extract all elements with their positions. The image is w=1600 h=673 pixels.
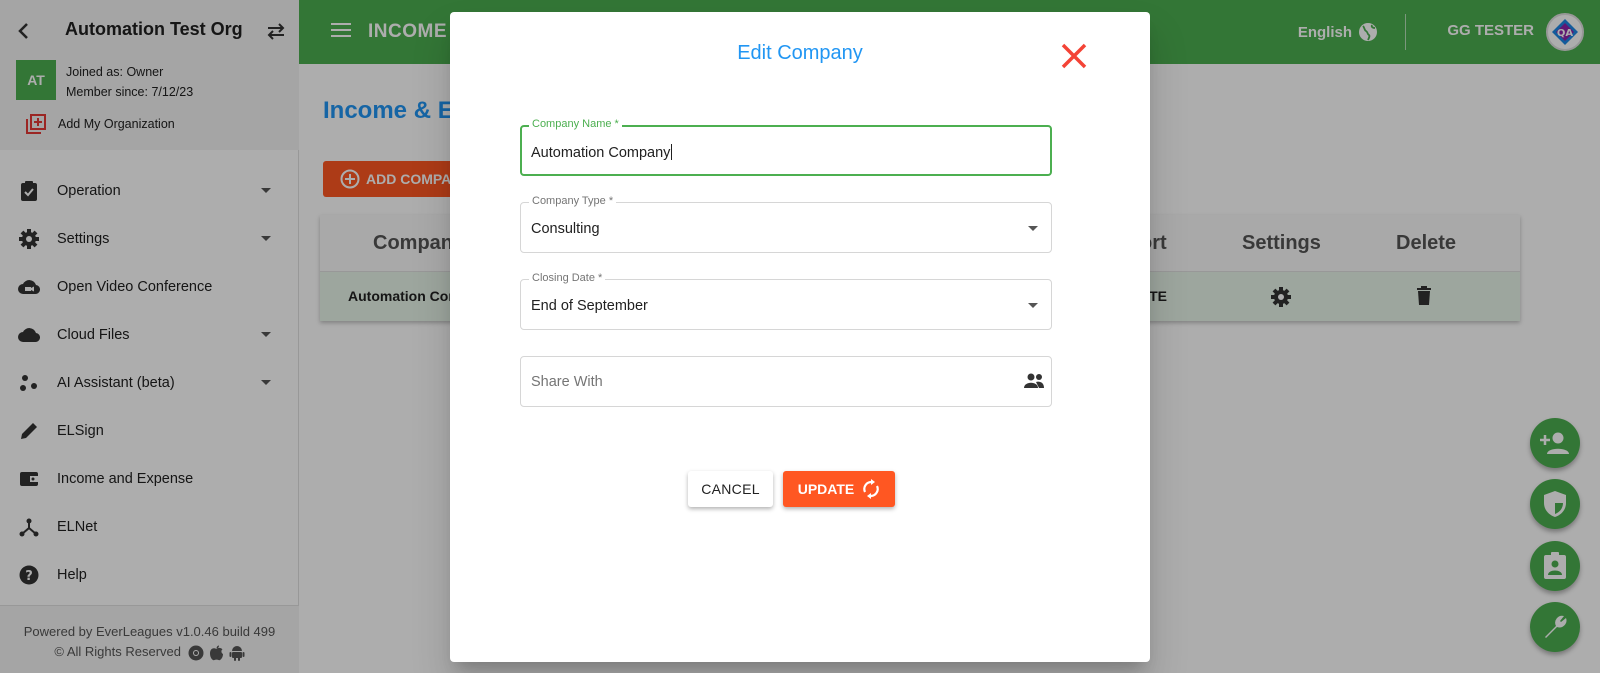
close-icon[interactable]: [1060, 42, 1088, 70]
update-label: UPDATE: [797, 481, 855, 497]
refresh-icon: [863, 479, 879, 499]
update-button[interactable]: UPDATE: [783, 471, 895, 507]
share-with-placeholder: Share With: [531, 374, 603, 390]
cancel-button[interactable]: CANCEL: [688, 471, 773, 507]
text-cursor: [671, 144, 673, 160]
company-name-input[interactable]: Automation Company: [531, 145, 670, 161]
closing-date-label: Closing Date *: [529, 272, 606, 284]
closing-date-value: End of September: [531, 298, 648, 314]
company-type-value: Consulting: [531, 221, 600, 237]
dropdown-arrow-icon: [1028, 303, 1038, 308]
dialog-title: Edit Company: [737, 42, 863, 64]
company-type-select[interactable]: Company Type * Consulting: [520, 195, 1052, 253]
people-icon[interactable]: [1023, 371, 1045, 389]
closing-date-select[interactable]: Closing Date * End of September: [520, 272, 1052, 330]
share-with-field[interactable]: Share With: [520, 356, 1052, 407]
dropdown-arrow-icon: [1028, 226, 1038, 231]
company-name-label: Company Name *: [529, 118, 622, 130]
company-type-label: Company Type *: [529, 195, 617, 207]
edit-company-dialog: Edit Company Company Name * Automation C…: [450, 12, 1150, 662]
company-name-field[interactable]: Company Name * Automation Company: [520, 118, 1052, 176]
